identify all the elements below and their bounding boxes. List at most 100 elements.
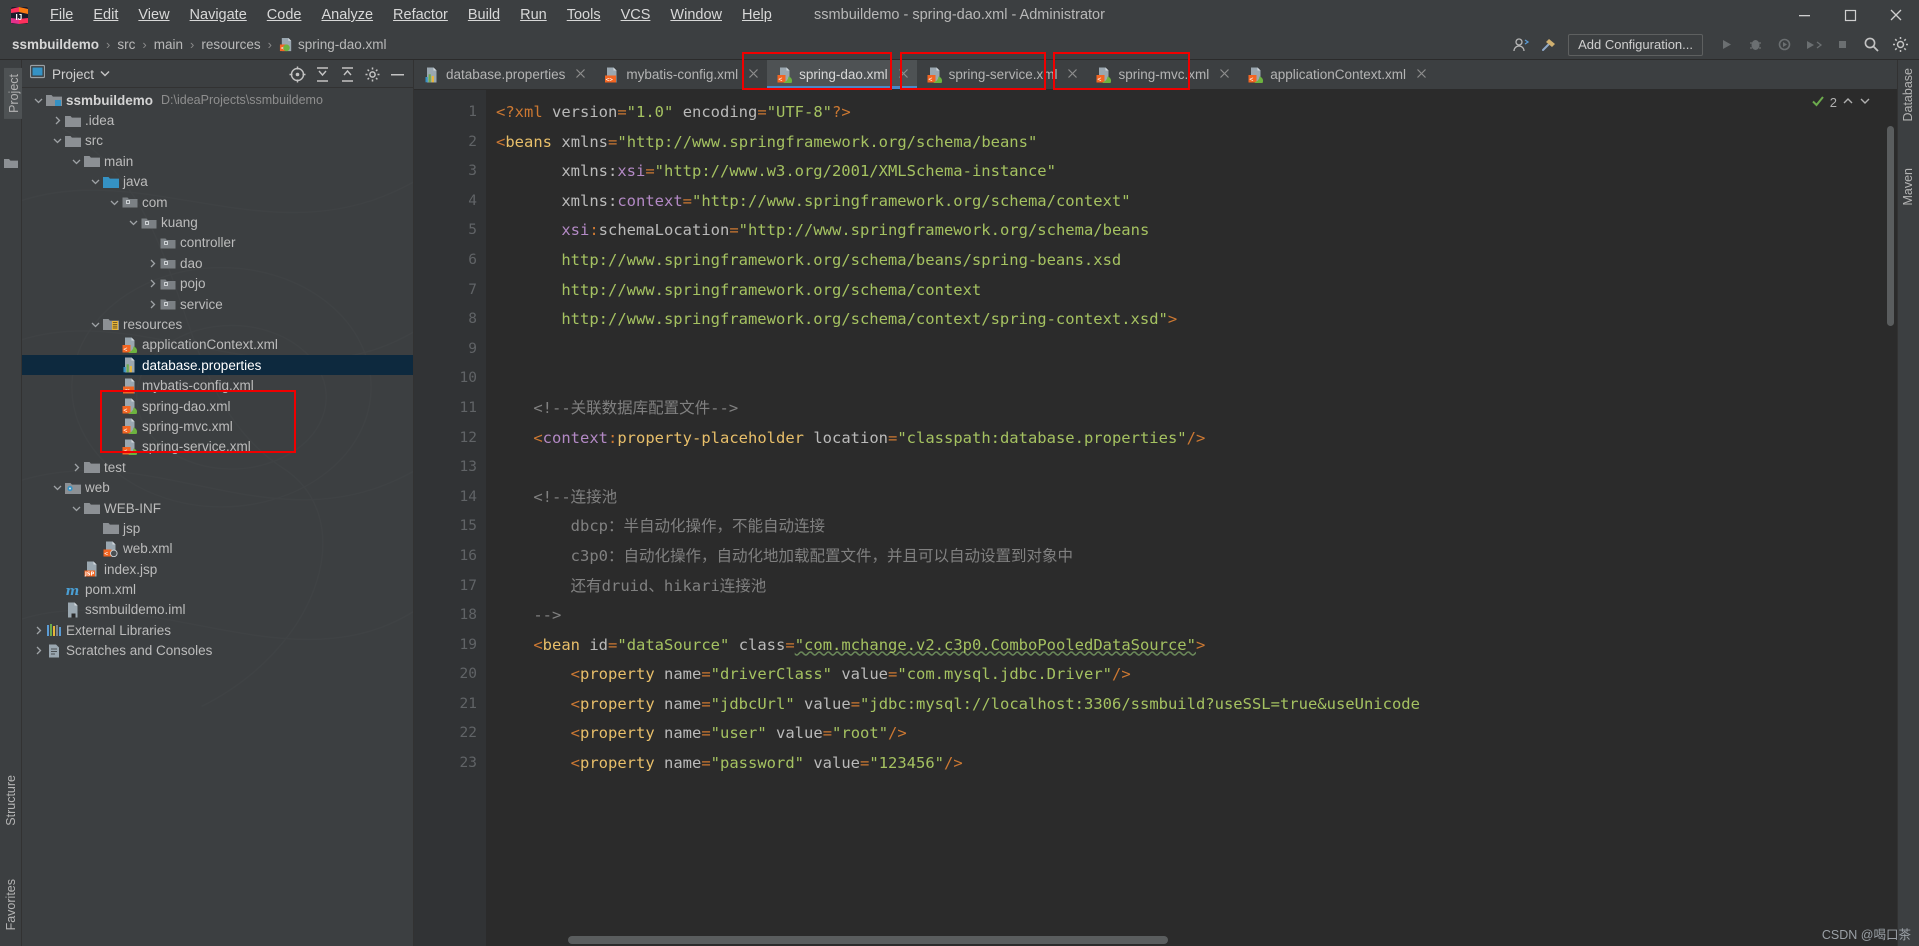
tree-item-scratches-and-consoles[interactable]: Scratches and Consoles (22, 641, 413, 661)
code-content[interactable]: <?xml version="1.0" encoding="UTF-8"?> <b… (486, 90, 1877, 946)
breadcrumb-item-src[interactable]: src (117, 37, 135, 52)
folder-icon[interactable] (4, 156, 18, 174)
debug-icon[interactable] (1742, 32, 1768, 58)
tree-item-pojo[interactable]: pojo (22, 274, 413, 294)
tool-window-structure[interactable]: Structure (4, 775, 18, 826)
stop-icon[interactable] (1829, 32, 1855, 58)
project-tree[interactable]: ssmbuildemo D:\ideaProjects\ssmbuildemo .i… (22, 88, 413, 946)
code-line[interactable]: http://www.springframework.org/schema/be… (496, 246, 1877, 276)
code-line[interactable] (496, 335, 1877, 365)
maximize-icon[interactable] (1827, 0, 1873, 30)
editor-tab-mybatis-config-xml[interactable]: <> mybatis-config.xml (594, 60, 767, 89)
chevron-down-icon[interactable] (32, 96, 45, 105)
code-line[interactable]: <bean id="dataSource" class="com.mchange… (496, 631, 1877, 661)
code-line[interactable] (496, 453, 1877, 483)
gear-icon[interactable] (1887, 32, 1913, 58)
close-icon[interactable] (1067, 67, 1078, 82)
chevron-down-icon[interactable] (1859, 95, 1871, 110)
chevron-right-icon[interactable] (32, 626, 45, 635)
code-line[interactable]: xsi:schemaLocation="http://www.springfra… (496, 216, 1877, 246)
expand-all-icon[interactable] (335, 62, 359, 86)
minimize-icon[interactable] (1781, 0, 1827, 30)
tree-item-service[interactable]: service (22, 294, 413, 314)
tree-item-src[interactable]: src (22, 131, 413, 151)
tool-window-maven[interactable]: Maven (1901, 168, 1915, 206)
editor-error-stripe[interactable] (1877, 90, 1897, 946)
editor-tab-applicationcontext-xml[interactable]: < applicationContext.xml (1238, 60, 1435, 89)
code-line[interactable]: <property name="driverClass" value="com.… (496, 660, 1877, 690)
tool-window-project[interactable]: Project (4, 68, 24, 119)
collapse-all-icon[interactable] (310, 62, 334, 86)
chevron-down-icon[interactable] (89, 177, 102, 186)
code-line[interactable]: <property name="jdbcUrl" value="jdbc:mys… (496, 690, 1877, 720)
build-hammer-icon[interactable] (1536, 32, 1562, 58)
code-line[interactable]: <!--连接池 (496, 483, 1877, 513)
tree-item-external-libraries[interactable]: External Libraries (22, 620, 413, 640)
close-icon[interactable] (1416, 67, 1427, 82)
editor-tab-bar[interactable]: database.properties <> mybatis-config.xml <… (414, 60, 1897, 90)
code-line[interactable]: <!--关联数据库配置文件--> (496, 394, 1877, 424)
tree-item-resources[interactable]: resources (22, 314, 413, 334)
menu-item-analyze[interactable]: Analyze (311, 3, 383, 27)
close-icon[interactable] (748, 67, 759, 82)
menu-item-vcs[interactable]: VCS (611, 3, 661, 27)
tree-item-jsp[interactable]: jsp (22, 518, 413, 538)
menu-item-refactor[interactable]: Refactor (383, 3, 458, 27)
tree-item-web[interactable]: web (22, 477, 413, 497)
tree-item-com[interactable]: com (22, 192, 413, 212)
tree-item-java[interactable]: java (22, 172, 413, 192)
tree-item-ssmbuildemo-iml[interactable]: ssmbuildemo.iml (22, 600, 413, 620)
breadcrumb-item-project[interactable]: ssmbuildemo (12, 37, 99, 52)
tool-window-database[interactable]: Database (1901, 68, 1915, 122)
tree-item-ssmbuildemo[interactable]: ssmbuildemo D:\ideaProjects\ssmbuildemo (22, 90, 413, 110)
tree-item-index-jsp[interactable]: JSP index.jsp (22, 559, 413, 579)
menu-item-window[interactable]: Window (660, 3, 732, 27)
profiler-icon[interactable] (1800, 32, 1826, 58)
code-line[interactable]: <?xml version="1.0" encoding="UTF-8"?> (496, 98, 1877, 128)
chevron-down-icon[interactable] (70, 157, 83, 166)
code-line[interactable]: http://www.springframework.org/schema/co… (496, 305, 1877, 335)
menu-item-edit[interactable]: Edit (83, 3, 128, 27)
code-line[interactable]: <property name="user" value="root"/> (496, 719, 1877, 749)
tree-item-mybatis-config-xml[interactable]: <> mybatis-config.xml (22, 375, 413, 395)
run-with-coverage-icon[interactable] (1771, 32, 1797, 58)
editor-tab-database-properties[interactable]: database.properties (414, 60, 594, 89)
menu-item-tools[interactable]: Tools (557, 3, 611, 27)
chevron-down-icon[interactable] (89, 320, 102, 329)
chevron-down-icon[interactable] (108, 198, 121, 207)
chevron-down-icon[interactable] (51, 136, 64, 145)
code-line[interactable]: c3p0：自动化操作，自动化地加载配置文件，并且可以自动设置到对象中 (496, 542, 1877, 572)
tree-item-web-xml[interactable]: < web.xml (22, 539, 413, 559)
menu-item-file[interactable]: File (40, 3, 83, 27)
breadcrumb[interactable]: ssmbuildemo › src › main › resources › <… (0, 37, 387, 52)
editor-gutter[interactable]: 1 2 3 4 5 6 7 8 9 10 11 12 13 14 15 16 17 18 19 20 21 22 23 (414, 90, 486, 946)
user-avatar-icon[interactable] (1508, 32, 1534, 58)
chevron-down-icon[interactable] (51, 483, 64, 492)
editor-tab-spring-service-xml[interactable]: < spring-service.xml (917, 60, 1087, 89)
tool-window-favorites[interactable]: Favorites (4, 879, 18, 930)
tree-item-main[interactable]: main (22, 151, 413, 171)
chevron-down-icon[interactable] (70, 504, 83, 513)
code-line[interactable]: <beans xmlns="http://www.springframework… (496, 128, 1877, 158)
close-icon[interactable] (898, 67, 909, 82)
search-icon[interactable] (1858, 32, 1884, 58)
menu-item-view[interactable]: View (128, 3, 179, 27)
tree-item-spring-service-xml[interactable]: < spring-service.xml (22, 437, 413, 457)
code-line[interactable]: --> (496, 601, 1877, 631)
vertical-scrollbar[interactable] (1887, 126, 1894, 326)
menu-item-help[interactable]: Help (732, 3, 782, 27)
locate-icon[interactable] (285, 62, 309, 86)
code-line[interactable]: <context:property-placeholder location="… (496, 424, 1877, 454)
tree-item-dao[interactable]: dao (22, 253, 413, 273)
gear-icon[interactable] (360, 62, 384, 86)
code-line[interactable]: http://www.springframework.org/schema/co… (496, 276, 1877, 306)
chevron-down-icon[interactable] (127, 218, 140, 227)
horizontal-scrollbar[interactable] (568, 936, 1168, 944)
breadcrumb-item-resources[interactable]: resources (201, 37, 260, 52)
tree-item-spring-mvc-xml[interactable]: < spring-mvc.xml (22, 416, 413, 436)
hide-icon[interactable] (385, 62, 409, 86)
editor-tab-spring-mvc-xml[interactable]: < spring-mvc.xml (1086, 60, 1238, 89)
menu-item-build[interactable]: Build (458, 3, 510, 27)
run-icon[interactable] (1713, 32, 1739, 58)
chevron-right-icon[interactable] (32, 646, 45, 655)
